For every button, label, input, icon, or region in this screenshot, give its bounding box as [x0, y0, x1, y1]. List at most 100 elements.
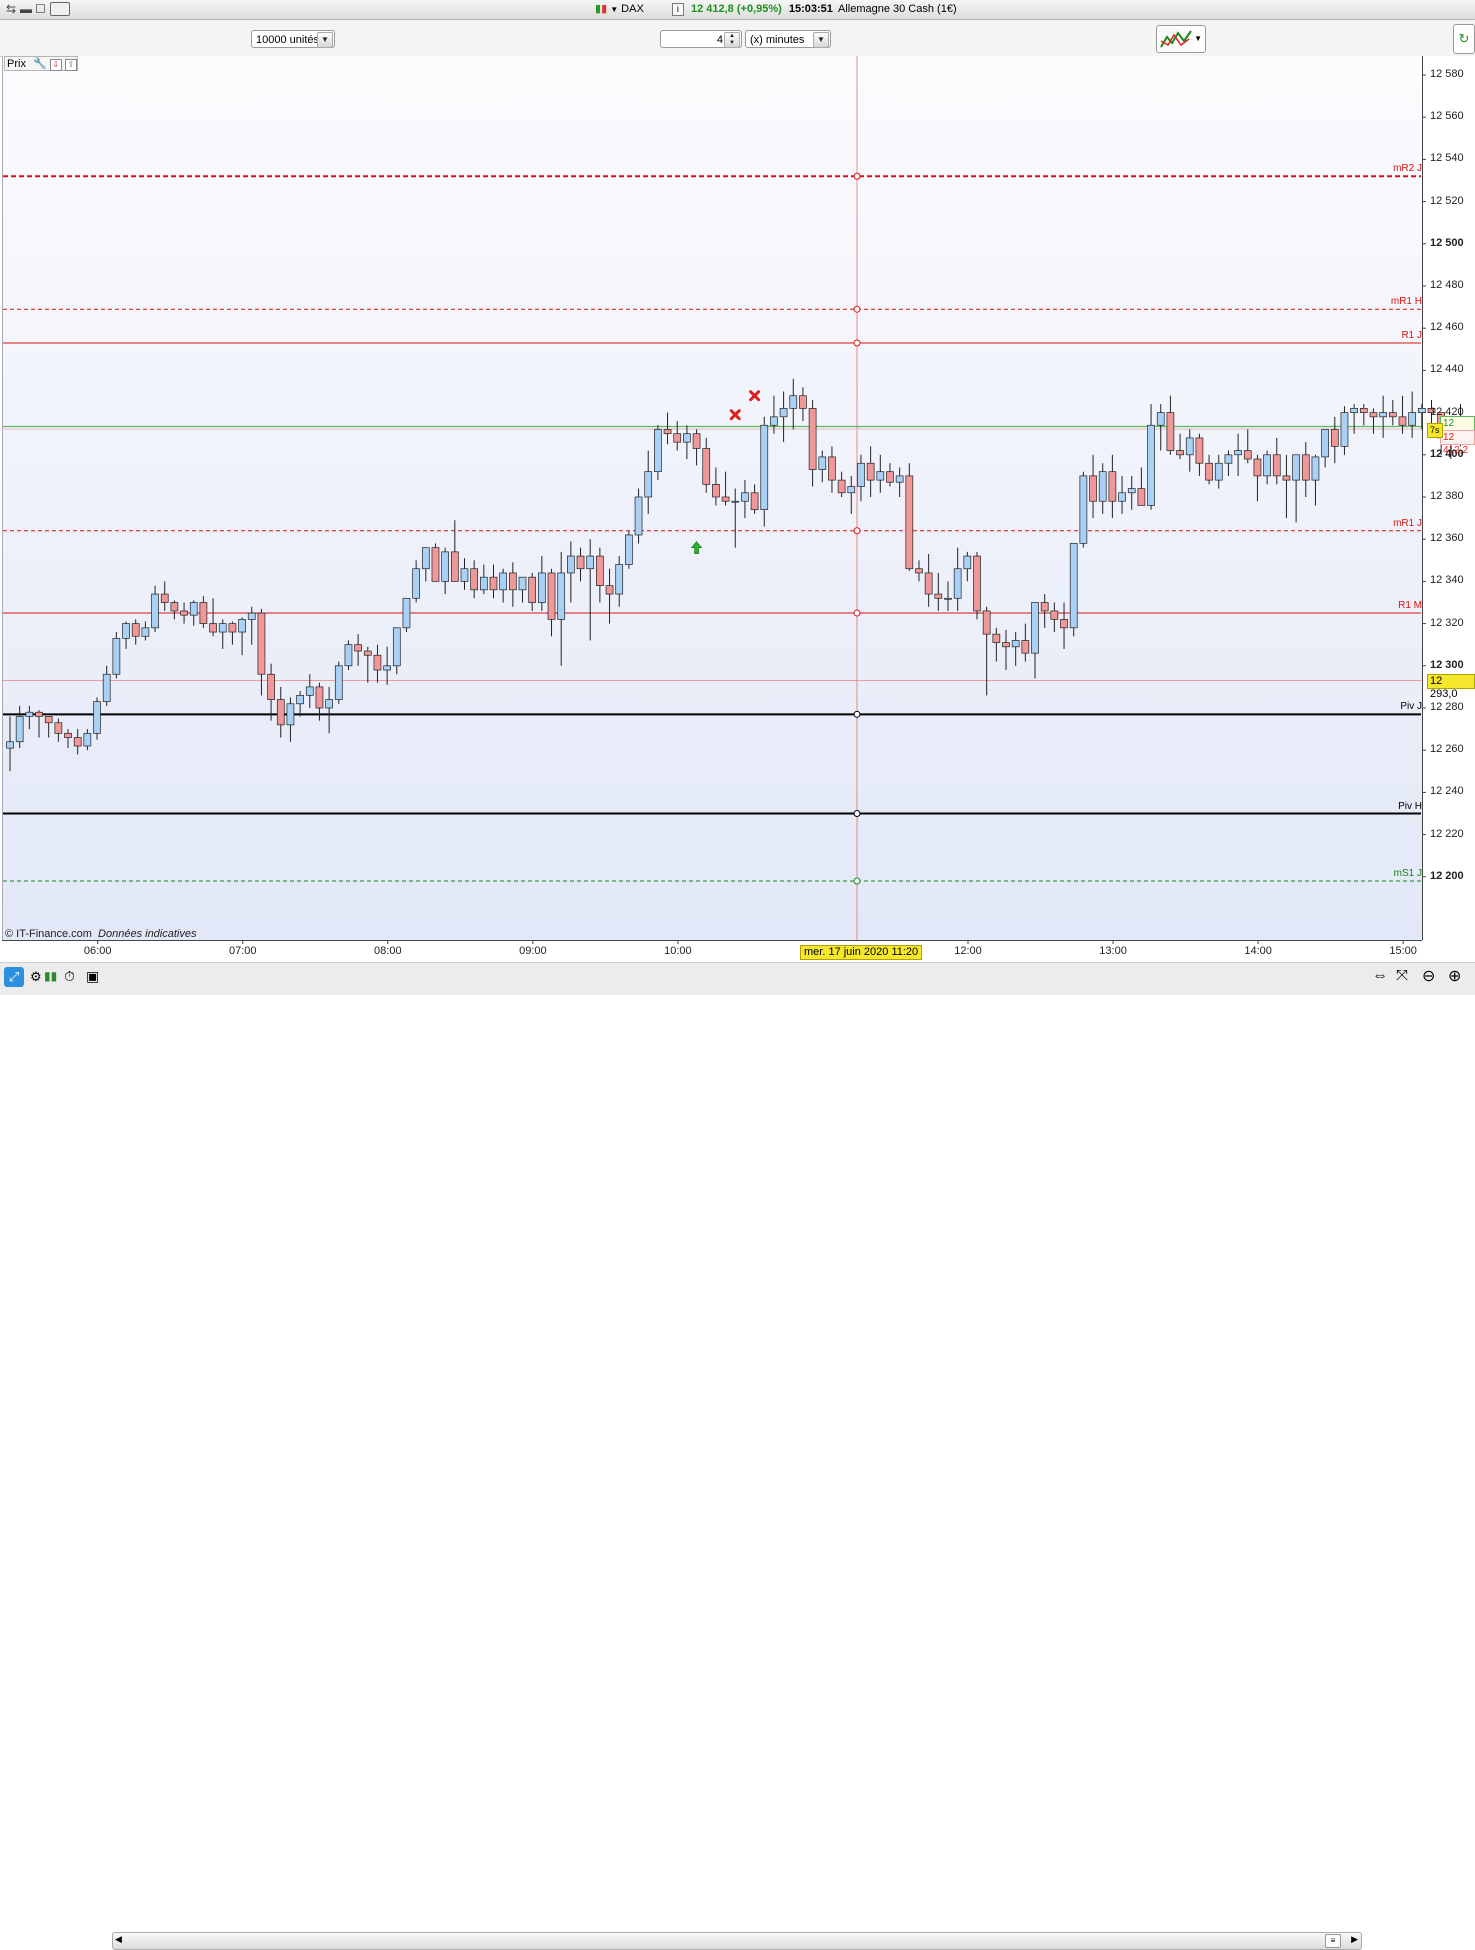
y-tick-label: 12 240: [1430, 785, 1464, 798]
candle-body: [189, 602, 198, 616]
candle-body: [1388, 412, 1397, 418]
candle-body: [112, 638, 121, 675]
candle-body: [808, 408, 817, 470]
candle-body: [1011, 640, 1020, 648]
candle-body: [615, 564, 624, 595]
candle-body: [1195, 437, 1204, 464]
candle-body: [644, 471, 653, 498]
candle-body: [915, 568, 923, 574]
zoom-in-icon[interactable]: ⊕: [1448, 966, 1461, 986]
candle-body: [1243, 450, 1252, 460]
candle-body: [518, 576, 527, 591]
candle-body: [257, 612, 266, 675]
candle-body: [683, 433, 691, 443]
candle-body: [760, 424, 769, 511]
arrow-down-icon[interactable]: ⇩: [49, 59, 62, 71]
candle-body: [1118, 492, 1126, 502]
candle-body: [160, 593, 169, 603]
candle-body: [44, 716, 53, 724]
level-label: mS1 J: [1393, 868, 1422, 880]
wrench-icon[interactable]: 🔧: [33, 58, 47, 70]
zoom-out-icon[interactable]: ⊖: [1422, 966, 1435, 986]
y-tick-label: 12 480: [1430, 279, 1464, 291]
time-scrollbar[interactable]: ◀ ≡ ▶: [112, 1932, 1362, 1950]
candle-body: [6, 741, 14, 749]
candle-body: [963, 555, 972, 570]
candle-body: [373, 654, 382, 671]
x-tick-label: 06:00: [83, 945, 112, 957]
candlestick-chart: [3, 56, 1465, 944]
candle-body: [354, 644, 362, 652]
candle-body: [779, 408, 788, 418]
data-credit: © IT-Finance.com Données indicatives: [5, 928, 196, 940]
candle-body: [982, 610, 991, 635]
y-tick-label: 12 540: [1430, 152, 1464, 165]
candle-body: [122, 623, 130, 639]
candle-body: [934, 593, 943, 599]
crosshair-date-tag: mer. 17 juin 2020 11:20: [800, 945, 923, 960]
candle-body: [953, 568, 962, 599]
y-tick-label: 12 520: [1430, 194, 1464, 207]
sell-cross-icon: [749, 390, 761, 402]
candle-body: [586, 555, 595, 570]
candle-body: [421, 547, 430, 570]
level-crosshair-marker: [853, 609, 861, 617]
candle-body: [64, 732, 72, 738]
scroll-thumb[interactable]: ≡: [1325, 1934, 1341, 1948]
candle-body: [1098, 471, 1107, 502]
level-crosshair-marker: [853, 710, 861, 718]
share-icon[interactable]: ⤢: [4, 967, 24, 987]
y-tick-label: 12 580: [1430, 68, 1464, 80]
arrow-up-icon[interactable]: ⇧: [64, 59, 77, 71]
candle-body: [1002, 642, 1010, 648]
indicators-icon[interactable]: ⚙: [30, 969, 42, 985]
candle-body: [924, 572, 933, 595]
candle-body: [441, 551, 449, 582]
fit-icon[interactable]: ⇔: [1372, 967, 1388, 985]
candle-body: [1214, 462, 1223, 481]
scroll-right-icon[interactable]: ▶: [1351, 1934, 1358, 1945]
candle-body: [170, 602, 179, 612]
candle-body: [866, 462, 875, 481]
y-tick-label: 12 320: [1430, 616, 1464, 629]
credit-source: © IT-Finance.com: [5, 928, 92, 940]
candle-body: [1205, 462, 1213, 481]
candles-icon[interactable]: ▮▮: [44, 969, 57, 983]
candle-body: [895, 475, 904, 483]
bid-price-tag: 12 413,4: [1440, 416, 1475, 442]
candle-body: [799, 395, 807, 409]
candle-body: [857, 462, 865, 487]
clock-icon[interactable]: ⏱: [64, 968, 75, 985]
camera-icon[interactable]: ▣: [86, 968, 99, 985]
candle-body: [25, 711, 34, 717]
candle-body: [247, 612, 256, 620]
candle-body: [673, 433, 682, 443]
candle-body: [1311, 456, 1320, 481]
candle-body: [402, 597, 411, 629]
candle-body: [634, 496, 643, 536]
candle-body: [1292, 454, 1300, 481]
y-tick-label: 12 500: [1430, 236, 1464, 249]
candle-body: [1350, 408, 1358, 413]
candle-body: [944, 597, 952, 600]
candle-body: [702, 448, 711, 485]
candle-body: [1176, 450, 1184, 456]
scroll-left-icon[interactable]: ◀: [115, 1934, 122, 1945]
candle-body: [876, 471, 885, 481]
candle-body: [567, 555, 575, 574]
candle-body: [731, 500, 740, 503]
candle-body: [528, 576, 537, 603]
panel-label[interactable]: Prix 🔧 ⇩ ⇧: [4, 56, 78, 71]
zoom-range-icon[interactable]: ⤧: [1396, 967, 1408, 984]
candle-body: [1050, 610, 1059, 620]
y-tick-label: 12 380: [1430, 490, 1464, 502]
candle-body: [905, 475, 914, 570]
candle-body: [1272, 454, 1281, 477]
candle-body: [973, 555, 981, 612]
level-label: R1 M: [1398, 600, 1422, 612]
candle-body: [654, 429, 662, 473]
candle-body: [1359, 408, 1368, 413]
candle-body: [837, 479, 846, 494]
candle-body: [1079, 475, 1088, 544]
candle-body: [625, 534, 633, 565]
